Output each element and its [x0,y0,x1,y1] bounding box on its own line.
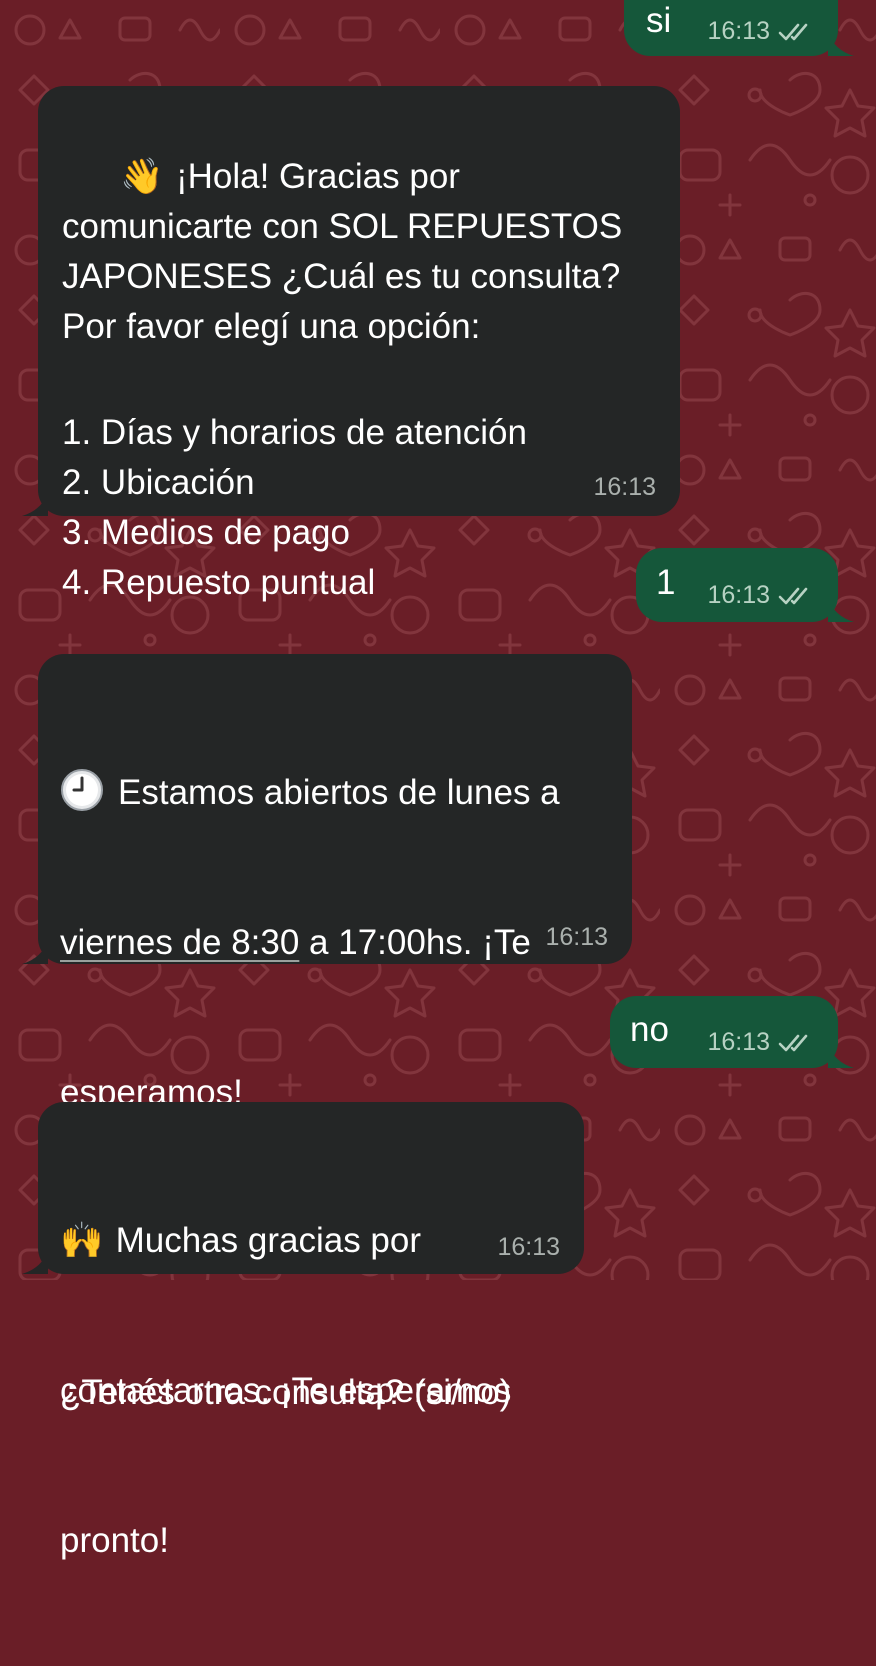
outgoing-message-bubble[interactable]: no 16:13 [610,996,854,1068]
message-text: 🙌 Muchas gracias por contactarnos. ¡Te es… [60,1116,562,1666]
outgoing-message-bubble[interactable]: si 16:13 [624,0,854,56]
message-line: contactarnos. ¡Te esperamos [60,1371,512,1410]
incoming-message-bubble[interactable]: Estamos abiertos de lunes a viernes de 8… [22,654,632,1412]
clock-emoji-icon [61,769,103,811]
incoming-message-bubble[interactable]: 👋 ¡Hola! Gracias por comunicarte con SOL … [22,86,680,602]
chat-conversation: si 16:13 👋 ¡Hola! Gracias por comunicarte… [0,0,876,1560]
message-time: 16:13 [497,1233,560,1261]
message-meta: 16:13 [707,1028,814,1057]
option-item: 3. Medios de pago [62,513,350,552]
message-line: Estamos abiertos de lunes a [118,773,560,812]
options-list: 1. Días y horarios de atención 2. Ubicac… [62,408,656,608]
option-item: 4. Repuesto puntual [62,563,376,602]
message-text: no [630,1010,669,1049]
message-line: pronto! [60,1521,169,1560]
message-meta: 16:13 [497,1233,560,1262]
bubble-tail-icon [828,32,854,56]
double-check-icon [778,23,808,40]
message-line: Muchas gracias por [115,1221,422,1260]
message-time: 16:13 [707,1028,770,1056]
option-item: 1. Días y horarios de atención [62,413,527,452]
bubble-tail-icon [22,940,48,964]
double-check-icon [778,1034,808,1051]
message-time: 16:13 [707,581,770,609]
message-text: 👋 ¡Hola! Gracias por comunicarte con SOL … [62,102,656,402]
message-text: si [646,1,672,40]
message-time: 16:13 [593,473,656,501]
message-meta: 16:13 [545,923,608,952]
message-meta: 16:13 [707,17,814,46]
double-check-icon [778,587,808,604]
bubble-tail-icon [22,1250,48,1274]
message-line: a 17:00hs. ¡Te [299,923,531,962]
message-time: 16:13 [707,17,770,45]
raising-hands-emoji: 🙌 [60,1221,104,1261]
bubble-tail-icon [22,492,48,516]
hours-link[interactable]: viernes de 8:30 [60,923,299,962]
bubble-tail-icon [828,598,854,622]
message-meta: 16:13 [593,473,656,502]
option-item: 2. Ubicación [62,463,255,502]
waving-hand-emoji: 👋 [120,157,164,197]
message-time: 16:13 [545,923,608,951]
message-meta: 16:13 [707,581,814,610]
message-text: 1 [656,563,676,602]
incoming-message-bubble[interactable]: 🙌 Muchas gracias por contactarnos. ¡Te es… [22,1102,584,1560]
outgoing-message-bubble[interactable]: 1 16:13 [636,548,854,622]
bubble-tail-icon [828,1044,854,1068]
